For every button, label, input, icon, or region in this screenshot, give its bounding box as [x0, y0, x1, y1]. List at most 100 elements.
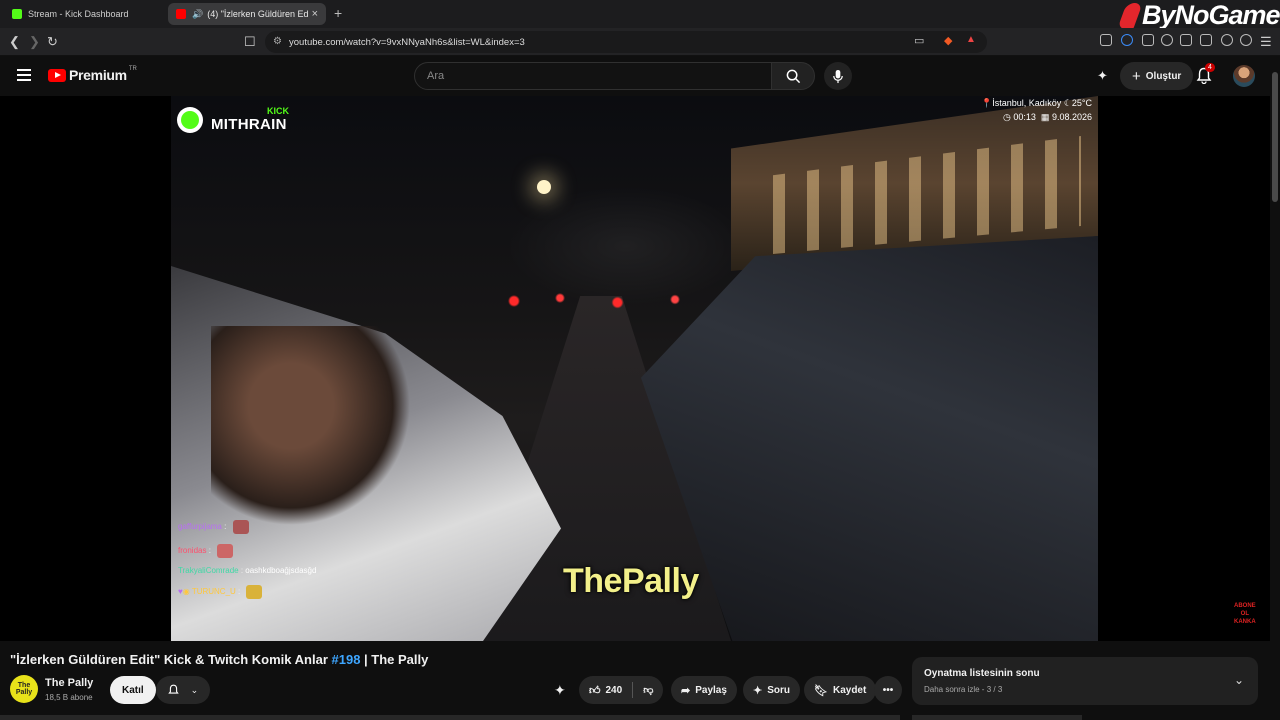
guide-menu-icon[interactable]	[17, 69, 31, 84]
notification-badge: 4	[1205, 63, 1215, 72]
chat-message: gaffurpijama :	[178, 520, 249, 534]
search-icon	[786, 69, 800, 83]
more-icon: •••	[882, 684, 894, 696]
street-lamp	[537, 180, 551, 194]
share-icon: ➦	[681, 684, 691, 697]
driver	[211, 326, 411, 526]
create-button[interactable]: + Oluştur	[1120, 62, 1194, 90]
pin-icon: 📍	[981, 98, 993, 108]
ask-button[interactable]: ✦ Soru	[743, 676, 800, 704]
puzzle-icon[interactable]	[1142, 34, 1154, 46]
browser-tab-bar: Stream - Kick Dashboard 🔊 (4) "İzlerken …	[0, 0, 1280, 31]
chip-row-edge	[912, 715, 1082, 720]
forward-icon[interactable]: ❯	[29, 34, 40, 50]
leo-icon[interactable]	[1221, 34, 1233, 46]
bookmark-icon: 🔖︎	[814, 684, 828, 697]
sparkle-icon: ✦	[753, 684, 763, 697]
audio-icon: 🔊	[192, 8, 204, 19]
search-input[interactable]: Ara	[414, 62, 772, 90]
share-button[interactable]: ➦ Paylaş	[671, 676, 737, 704]
page-scrollbar[interactable]	[1270, 56, 1280, 720]
extension-icon[interactable]	[1100, 34, 1112, 46]
description-box-edge	[0, 715, 900, 720]
bynogame-mark-icon	[1117, 2, 1143, 29]
moon-icon: ☾	[1063, 98, 1072, 108]
menu-icon[interactable]: ☰	[1260, 34, 1272, 50]
playlist-heading: Oynatma listesinin sonu	[924, 668, 1040, 679]
account-avatar[interactable]	[1233, 65, 1255, 87]
video-player[interactable]: KICK MITHRAIN 📍İstanbul, Kadıköy ☾25°C ◷…	[0, 96, 1270, 641]
emote-icon	[217, 544, 234, 558]
tab-youtube-video[interactable]: 🔊 (4) "İzlerken Güldüren Edit" Ki ×	[168, 3, 326, 25]
bookmark-icon[interactable]: ☐	[244, 34, 256, 50]
reload-icon[interactable]: ↻	[47, 34, 58, 50]
kick-logo-icon	[177, 106, 203, 133]
ai-assist-icon[interactable]: ✦	[1097, 68, 1108, 84]
brave-rewards-icon[interactable]: ▲	[966, 34, 976, 45]
playlist-subtitle: Daha sonra izle - 3 / 3	[924, 685, 1003, 694]
stream-info-overlay: 📍İstanbul, Kadıköy ☾25°C ◷ 00:13 ▦ 9.08.…	[981, 98, 1092, 122]
chat-message: fronidas :	[178, 544, 234, 558]
tab-label: (4) "İzlerken Güldüren Edit" Ki	[207, 9, 308, 19]
save-button[interactable]: 🔖︎ Kaydet	[804, 676, 877, 704]
youtube-logo[interactable]: Premium TR	[48, 66, 137, 83]
join-button[interactable]: Katıl	[110, 676, 156, 704]
voice-search-button[interactable]	[824, 62, 852, 90]
divider	[632, 682, 634, 698]
clock-icon: ◷	[1003, 112, 1011, 122]
bynogame-logo: ByNoGame	[1117, 0, 1280, 31]
channel-avatar[interactable]: The Pally	[10, 675, 38, 703]
playlist-panel[interactable]: Oynatma listesinin sonu Daha sonra izle …	[912, 657, 1258, 705]
subscribe-watermark: ABONE OL KANKA	[1234, 603, 1256, 625]
calendar-icon: ▦	[1040, 112, 1050, 122]
thumbs-down-icon[interactable]: 👎︎	[643, 684, 653, 696]
kick-icon	[12, 9, 22, 19]
address-bar[interactable]: ⚙ youtube.com/watch?v=9vxNNyaNh6s&list=W…	[265, 31, 987, 53]
traffic-lights	[491, 286, 721, 316]
channel-name[interactable]: The Pally	[45, 677, 93, 689]
back-icon[interactable]: ❮	[9, 34, 20, 50]
ai-summary-icon[interactable]: ✦	[554, 682, 566, 699]
microphone-icon	[833, 69, 843, 83]
chat-message: TrakyaliComrade : oashkdboağjsdasğd	[178, 566, 317, 575]
youtube-header: Premium TR Ara ✦ + Oluştur 4	[0, 56, 1280, 96]
subscription-bell-button[interactable]: ⌄	[156, 676, 210, 704]
hashtag-link[interactable]: #198	[332, 652, 361, 667]
music-icon[interactable]	[1161, 34, 1173, 46]
youtube-play-icon	[48, 68, 66, 82]
badge-icon: ◉	[182, 587, 190, 597]
chevron-down-icon: ⌄	[190, 684, 199, 695]
url-text: youtube.com/watch?v=9vxNNyaNh6s&list=WL&…	[289, 36, 525, 48]
emote-icon	[232, 520, 249, 534]
overlay-name-text: ThePally	[563, 562, 699, 600]
video-title: "İzlerken Güldüren Edit" Kick & Twitch K…	[10, 652, 429, 667]
notifications-button[interactable]: 4	[1196, 63, 1215, 89]
site-info-icon[interactable]: ⚙	[273, 36, 282, 47]
wallet-icon[interactable]	[1200, 34, 1212, 46]
more-actions-button[interactable]: •••	[874, 676, 902, 704]
emote-icon	[246, 585, 263, 599]
youtube-icon	[176, 9, 186, 19]
video-frame[interactable]: KICK MITHRAIN 📍İstanbul, Kadıköy ☾25°C ◷…	[171, 96, 1098, 641]
like-button[interactable]: 👍︎ 240 👎︎	[579, 676, 664, 704]
tab-label: Stream - Kick Dashboard	[28, 9, 129, 19]
bell-icon	[168, 684, 179, 694]
streamer-name: MITHRAIN	[211, 116, 287, 133]
cast-icon[interactable]: ▭	[914, 34, 924, 47]
vpn-icon[interactable]	[1240, 34, 1252, 46]
kick-watermark: KICK MITHRAIN	[177, 106, 289, 133]
scrollbar-thumb[interactable]	[1272, 72, 1278, 202]
brave-shield-icon[interactable]: ◆	[944, 34, 952, 47]
subscriber-count: 18,5 B abone	[45, 693, 93, 702]
close-tab-icon[interactable]: ×	[312, 8, 318, 20]
thumbs-up-icon: 👍︎	[589, 684, 601, 697]
tab-kick-dashboard[interactable]: Stream - Kick Dashboard	[4, 3, 164, 25]
chat-message: ♥◉ TURUNC_U :	[178, 585, 263, 599]
plus-icon: +	[1132, 67, 1141, 85]
browser-toolbar: ❮ ❯ ↻ ☐ ⚙ youtube.com/watch?v=9vxNNyaNh6…	[0, 28, 1280, 56]
extension-icon[interactable]	[1121, 34, 1133, 46]
sidebar-icon[interactable]	[1180, 34, 1192, 46]
chevron-down-icon[interactable]: ⌄	[1234, 673, 1244, 687]
new-tab-button[interactable]: +	[334, 5, 342, 21]
search-button[interactable]	[771, 62, 815, 90]
